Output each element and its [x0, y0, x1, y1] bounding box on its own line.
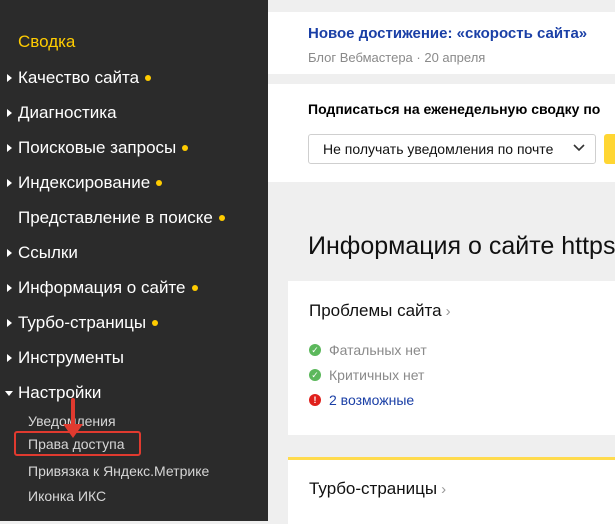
sidebar-item-indexing[interactable]: Индексирование	[0, 171, 268, 195]
news-meta: Блог Вебмастера · 20 апреля	[308, 50, 486, 65]
sidebar-item-label: Диагностика	[18, 103, 117, 122]
turbo-pages-heading-label: Турбо-страницы	[309, 479, 438, 498]
check-circle-icon: ✓	[309, 369, 321, 382]
sidebar-item-site-quality[interactable]: Качество сайта	[0, 66, 268, 90]
collapse-triangle-icon	[5, 391, 13, 396]
sidebar-item-links[interactable]: Ссылки	[0, 241, 268, 265]
exclamation-circle-icon: !	[309, 394, 321, 407]
sidebar-item-summary[interactable]: Сводка	[18, 32, 75, 52]
expand-triangle-icon	[7, 249, 12, 257]
site-problems-heading-label: Проблемы сайта	[309, 301, 442, 320]
sidebar-item-label: Индексирование	[18, 173, 151, 192]
notification-dot-icon	[191, 284, 198, 291]
sidebar-item-label: Инструменты	[18, 348, 125, 367]
status-row-possible[interactable]: ! 2 возможные	[309, 392, 414, 408]
chevron-right-icon: ›	[441, 481, 447, 498]
site-problems-heading[interactable]: Проблемы сайта ›	[309, 301, 451, 321]
page-title: Информация о сайте https:/	[308, 232, 615, 260]
site-problems-card: Проблемы сайта › ✓ Фатальных нет ✓ Критичны…	[288, 281, 615, 435]
expand-triangle-icon	[7, 74, 12, 82]
sidebar-subitem-metrika-binding[interactable]: Привязка к Яндекс.Метрике	[28, 462, 209, 480]
notification-select[interactable]: Не получать уведомления по почте	[308, 134, 596, 164]
sidebar-item-turbo-pages[interactable]: Турбо-страницы	[0, 311, 268, 335]
notification-dot-icon	[218, 214, 225, 221]
status-text: Критичных нет	[329, 367, 425, 383]
sidebar-item-search-appearance[interactable]: Представление в поиске	[0, 206, 268, 230]
sidebar-item-label: Качество сайта	[18, 68, 140, 87]
status-text: Фатальных нет	[329, 342, 427, 358]
sidebar-item-label: Турбо-страницы	[18, 313, 147, 332]
red-arrow-icon	[63, 398, 83, 438]
notification-dot-icon	[156, 179, 163, 186]
subscribe-button[interactable]	[604, 134, 615, 164]
turbo-pages-card: Турбо-страницы ›	[288, 457, 615, 524]
sidebar-item-label: Поисковые запросы	[18, 138, 177, 157]
notification-dot-icon	[182, 144, 189, 151]
notification-dot-icon	[145, 74, 152, 81]
sidebar-item-search-queries[interactable]: Поисковые запросы	[0, 136, 268, 160]
expand-triangle-icon	[7, 179, 12, 187]
news-title-link[interactable]: Новое достижение: «скорость сайта»	[308, 25, 587, 42]
status-row-critical: ✓ Критичных нет	[309, 367, 424, 383]
sidebar-item-diagnostics[interactable]: Диагностика	[0, 101, 268, 125]
status-link-text: 2 возможные	[329, 392, 415, 408]
sidebar-item-site-info[interactable]: Информация о сайте	[0, 276, 268, 300]
sidebar-item-label: Информация о сайте	[18, 278, 186, 297]
main-content: Новое достижение: «скорость сайта» Блог …	[268, 0, 615, 524]
subscribe-label: Подписаться на еженедельную сводку по	[308, 101, 601, 117]
turbo-pages-heading[interactable]: Турбо-страницы ›	[309, 479, 446, 499]
sidebar: Сводка Качество сайта Диагностика Поиско…	[0, 0, 268, 521]
sidebar-item-settings[interactable]: Настройки	[0, 381, 268, 405]
expand-triangle-icon	[7, 144, 12, 152]
sidebar-item-label: Ссылки	[18, 243, 78, 262]
sidebar-item-tools[interactable]: Инструменты	[0, 346, 268, 370]
expand-triangle-icon	[7, 319, 12, 327]
check-circle-icon: ✓	[309, 344, 321, 357]
sidebar-item-label: Представление в поиске	[18, 208, 213, 227]
status-row-fatal: ✓ Фатальных нет	[309, 342, 427, 358]
expand-triangle-icon	[7, 109, 12, 117]
sidebar-subitem-iks-icon[interactable]: Иконка ИКС	[28, 487, 106, 505]
subscribe-card: Подписаться на еженедельную сводку по Не…	[268, 84, 615, 182]
expand-triangle-icon	[7, 284, 12, 292]
news-card: Новое достижение: «скорость сайта» Блог …	[268, 12, 615, 74]
select-value: Не получать уведомления по почте	[323, 141, 554, 157]
expand-triangle-icon	[7, 354, 12, 362]
chevron-down-icon	[573, 144, 585, 152]
chevron-right-icon: ›	[445, 303, 451, 320]
notification-dot-icon	[152, 319, 159, 326]
